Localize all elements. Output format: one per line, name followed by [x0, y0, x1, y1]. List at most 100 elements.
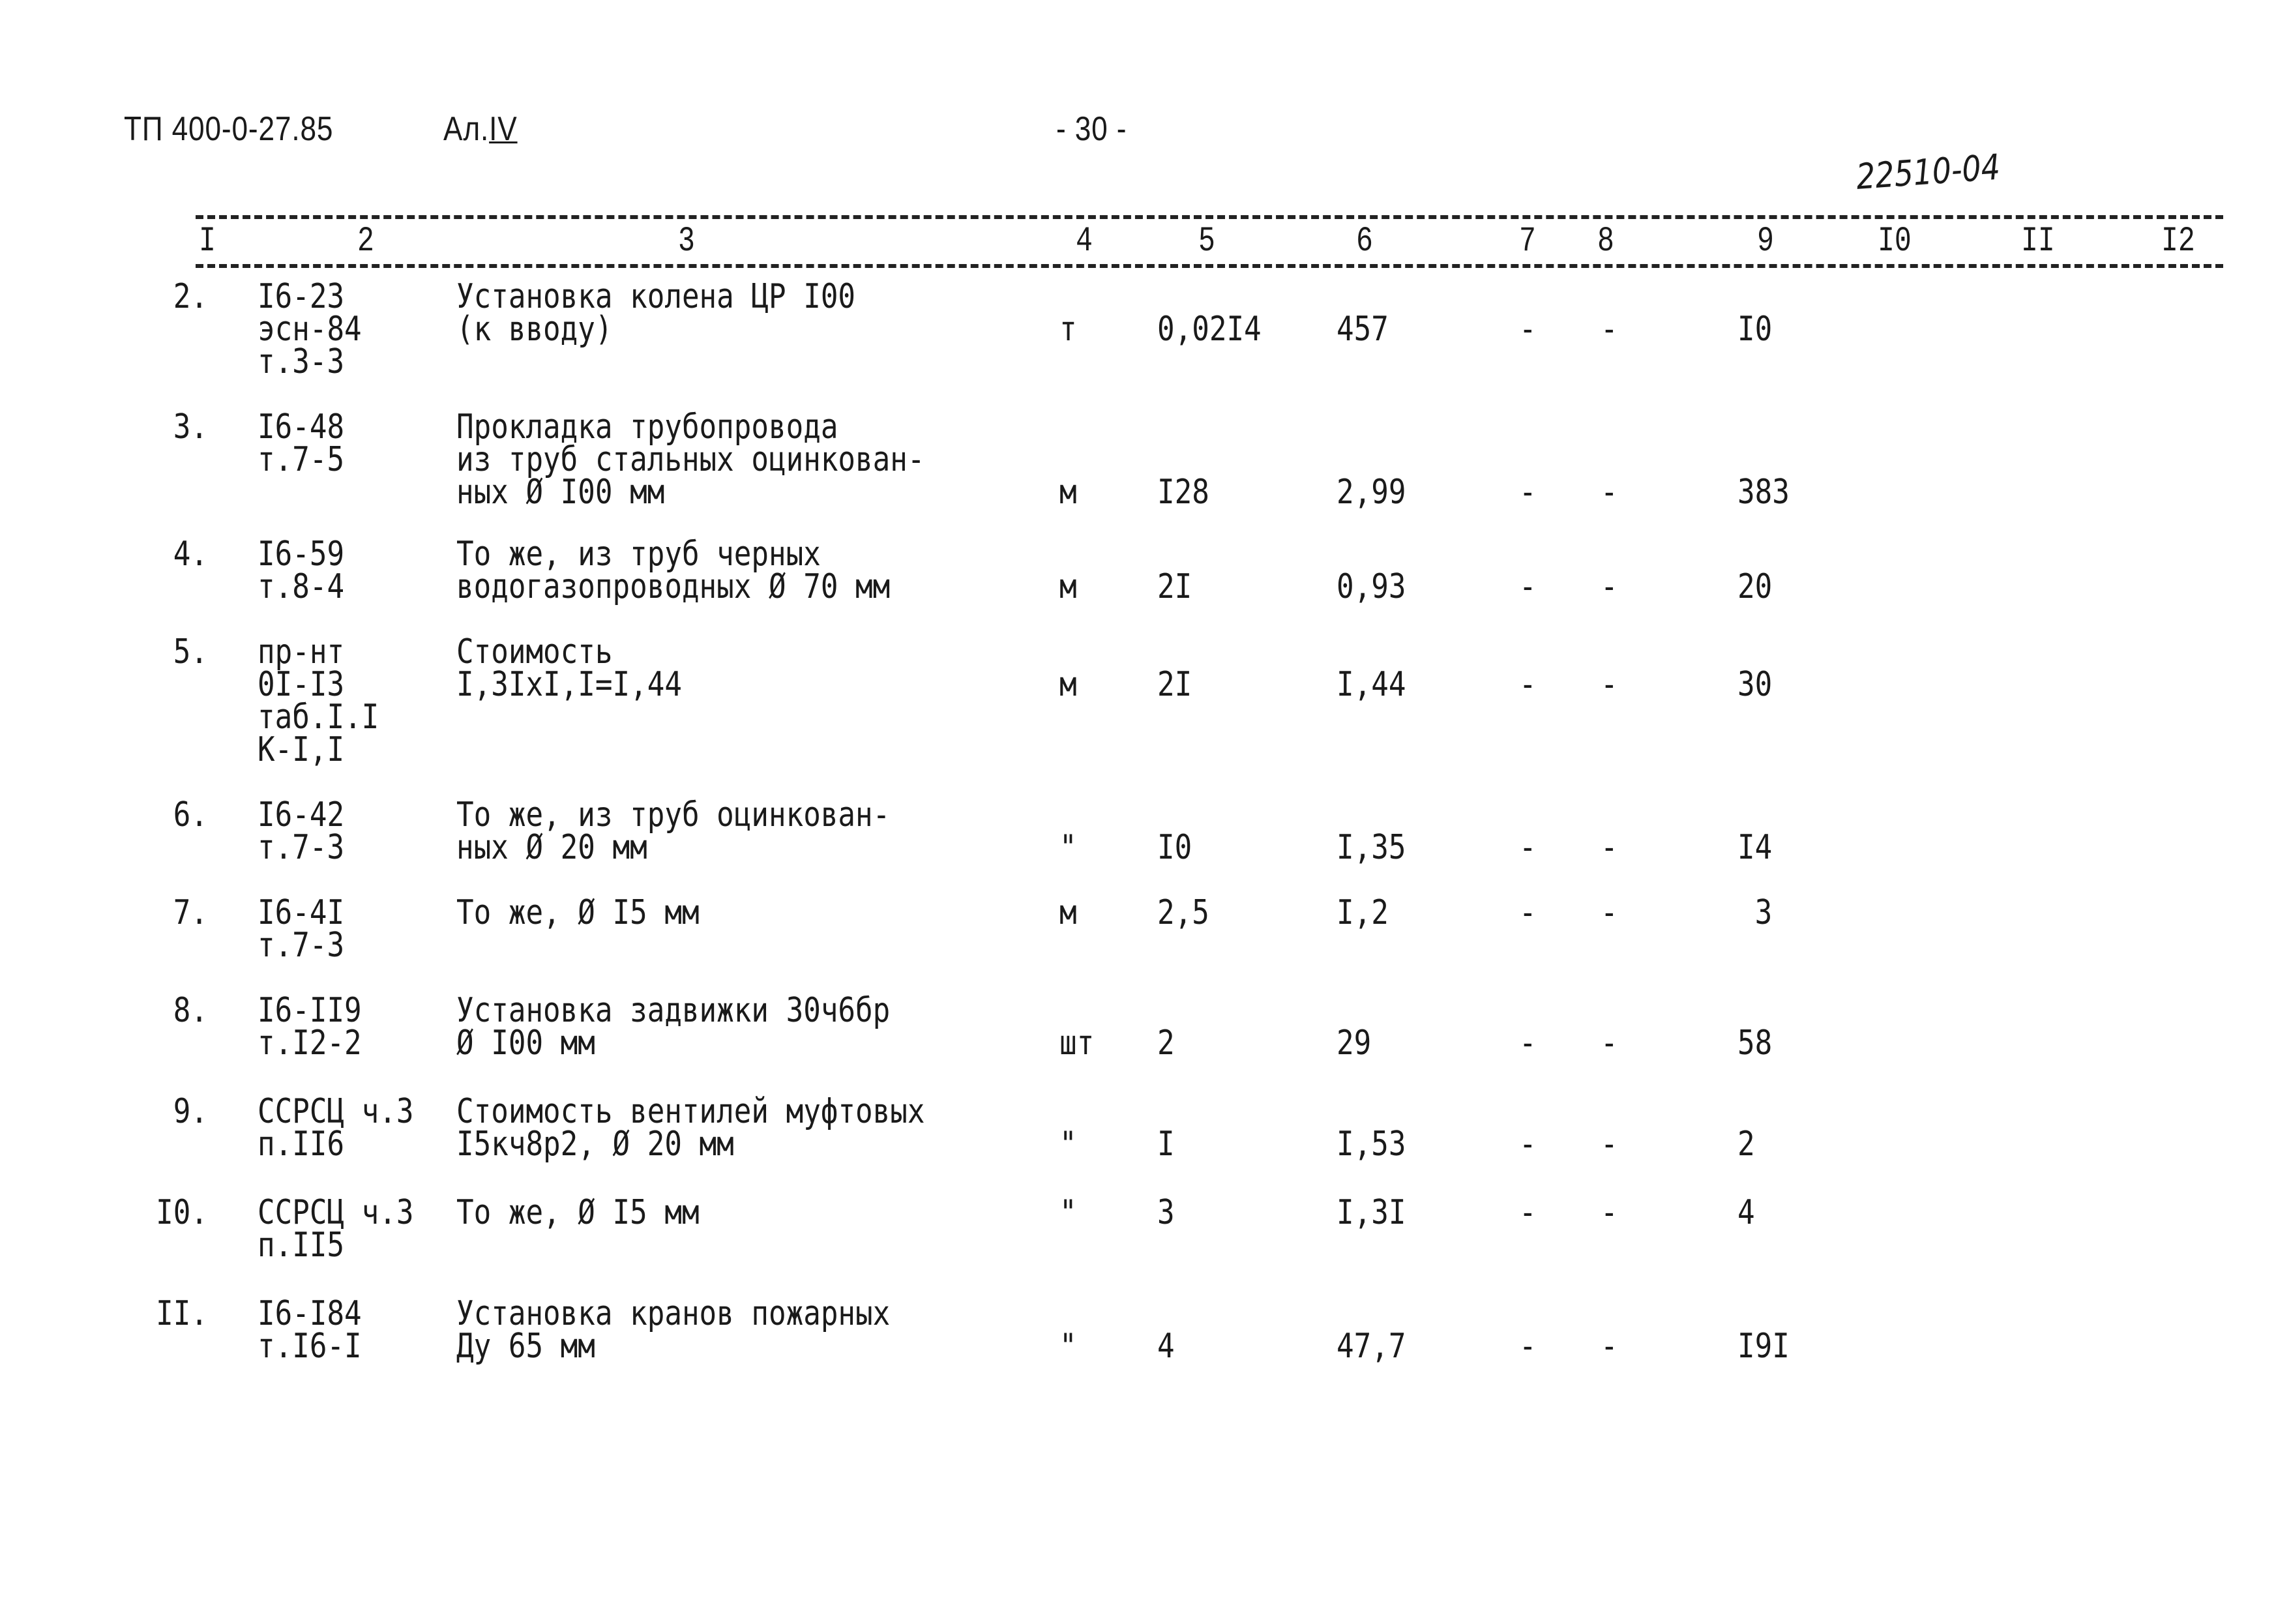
item-number: 3.: [130, 407, 208, 447]
column-number: 4: [1076, 222, 1093, 261]
unit: м: [1059, 893, 1077, 932]
total-cost: 20: [1737, 567, 1773, 606]
norm-reference-line: т.7-3: [258, 828, 345, 867]
item-number-line: 3.: [173, 407, 208, 447]
unit-price: I,2: [1337, 893, 1389, 932]
sheet-prefix: Ал.: [443, 110, 490, 148]
work-description-line: То же, из труб оцинкован-: [456, 795, 891, 834]
table-header-bottom-rule: [196, 264, 2223, 268]
sheet-roman-number: IV: [489, 110, 518, 148]
unit-price: 2,99: [1337, 473, 1406, 512]
norm-reference: I6-I84 т.I6-I: [258, 1297, 362, 1363]
work-description-line: То же, из труб черных: [456, 535, 821, 574]
norm-reference-line: 0I-I3: [258, 665, 345, 704]
document-code: ТП 400-0-27.85: [124, 110, 334, 148]
unit-price: I,44: [1337, 665, 1406, 704]
norm-reference-line: эсн-84: [258, 310, 362, 349]
work-description-line: Ø I00 мм: [456, 1024, 595, 1063]
unit: ": [1059, 1193, 1077, 1232]
norm-reference-line: I6-I84: [258, 1294, 362, 1333]
work-description-line: водогазопроводных Ø 70 мм: [456, 567, 891, 606]
work-description-line: I5кч8р2, Ø 20 мм: [456, 1125, 734, 1164]
column-7-value: -: [1519, 1327, 1537, 1366]
total-cost: 383: [1737, 473, 1790, 512]
item-number: II.: [130, 1297, 208, 1331]
item-number: 9.: [130, 1095, 208, 1129]
total-cost: I9I: [1737, 1327, 1790, 1366]
column-8-value: -: [1601, 665, 1618, 704]
item-number: 7.: [130, 893, 208, 932]
column-7-value: -: [1519, 1125, 1537, 1164]
quantity: 0,02I4: [1157, 310, 1262, 349]
item-number-line: 7.: [173, 893, 208, 932]
norm-reference: пр-нт 0I-I3 таб.I.I К-I,I: [258, 635, 379, 769]
item-number-line: 8.: [173, 991, 208, 1030]
work-description-line: из труб стальных оцинкован-: [456, 440, 925, 479]
quantity: 2: [1157, 1024, 1175, 1063]
work-description: Установка кранов пожарных Ду 65 мм: [456, 1297, 890, 1363]
work-description: Стоимость I,3IхI,I=I,44: [456, 635, 682, 701]
column-8-value: -: [1601, 1125, 1618, 1164]
item-number-line: 6.: [173, 795, 208, 834]
norm-reference-line: I6-II9: [258, 991, 362, 1030]
norm-reference: I6-II9 т.I2-2: [258, 991, 362, 1060]
column-8-value: -: [1601, 893, 1618, 932]
column-number: 7: [1519, 222, 1536, 261]
unit-price: I,35: [1337, 828, 1406, 867]
unit-price: 457: [1337, 310, 1389, 349]
norm-reference: I6-48 т.7-5: [258, 410, 344, 477]
unit: м: [1059, 567, 1077, 606]
norm-reference: I6-4I т.7-3: [258, 896, 344, 962]
unit-price: 0,93: [1337, 567, 1406, 606]
quantity: 2,5: [1157, 893, 1209, 932]
work-description-line: ных Ø I00 мм: [456, 473, 665, 512]
unit: ": [1059, 1327, 1077, 1366]
column-8-value: -: [1601, 828, 1618, 867]
norm-reference-line: т.7-3: [258, 926, 345, 965]
column-8-value: -: [1601, 310, 1618, 349]
norm-reference-line: I6-4I: [258, 893, 345, 932]
column-number: I0: [1878, 222, 1912, 261]
quantity: 4: [1157, 1327, 1175, 1366]
norm-reference-line: ССРСЦ ч.3: [258, 1092, 414, 1131]
norm-reference-line: п.II5: [258, 1226, 345, 1265]
column-7-value: -: [1519, 665, 1537, 704]
column-7-value: -: [1519, 828, 1537, 867]
norm-reference-line: К-I,I: [258, 730, 345, 769]
work-description-line: Установка задвижки 30ч6бр: [456, 991, 891, 1030]
item-number: 8.: [130, 994, 208, 1027]
item-number: 5.: [130, 635, 208, 669]
norm-reference: I6-42 т.7-3: [258, 798, 345, 867]
norm-reference-line: п.II6: [258, 1125, 345, 1164]
total-cost: 30: [1737, 665, 1773, 704]
column-7-value: -: [1519, 310, 1537, 349]
column-7-value: -: [1519, 1193, 1537, 1232]
column-number: 2: [357, 222, 374, 261]
work-description-line: (к вводу): [456, 310, 613, 349]
column-8-value: -: [1601, 473, 1618, 512]
quantity: 3: [1157, 1193, 1175, 1232]
norm-reference-line: ССРСЦ ч.3: [258, 1193, 414, 1232]
handwritten-archive-number: 22510-04: [1855, 146, 2002, 198]
norm-reference: I6-59 т.8-4: [258, 537, 344, 604]
quantity: 2I: [1157, 567, 1192, 606]
column-number: 5: [1198, 222, 1215, 261]
norm-reference: I6-23 эсн-84 т.3-3: [258, 280, 362, 379]
unit: ": [1059, 1125, 1077, 1164]
total-cost: 4: [1737, 1193, 1755, 1232]
column-7-value: -: [1519, 1024, 1537, 1063]
work-description-line: То же, Ø I5 мм: [456, 893, 700, 932]
item-number-line: I0.: [156, 1193, 208, 1232]
total-cost: 3: [1737, 893, 1773, 932]
page-number: - 30 -: [1056, 110, 1127, 148]
item-number-line: 4.: [173, 535, 208, 574]
item-number: I0.: [130, 1193, 208, 1232]
quantity: I0: [1157, 828, 1192, 867]
quantity: 2I: [1157, 665, 1192, 704]
unit: ": [1059, 828, 1077, 867]
quantity: I: [1157, 1125, 1175, 1164]
column-8-value: -: [1601, 1327, 1618, 1366]
work-description: То же, Ø I5 мм: [456, 1196, 700, 1230]
quantity: I28: [1157, 473, 1209, 512]
column-8-value: -: [1601, 1193, 1618, 1232]
